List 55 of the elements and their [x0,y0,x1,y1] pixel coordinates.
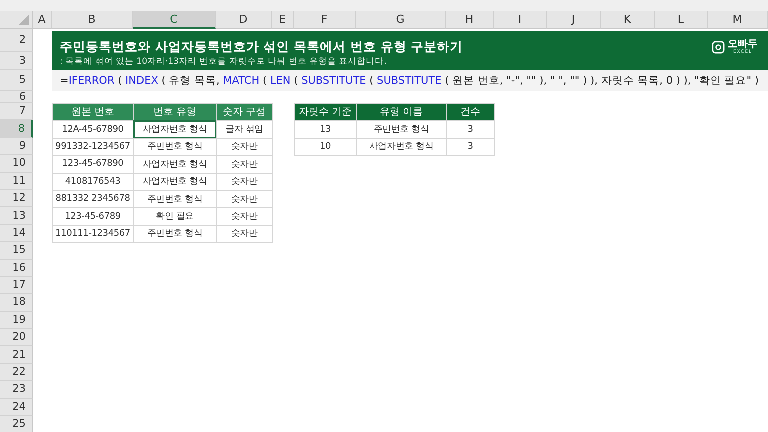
table-cell[interactable]: 사업자번호 형식 [133,120,217,139]
row-header[interactable]: 10 [0,155,33,173]
column-header[interactable]: M [708,11,768,29]
table-header: 번호 유형 [133,103,217,122]
column-header[interactable]: E [272,11,294,29]
row-header[interactable]: 2 [0,29,33,52]
corner-triangle-icon [19,15,29,25]
sheet-subtitle: : 목록에 섞여 있는 10자리·13자리 번호를 자릿수로 나눠 번호 유형을 표시합니다. [60,56,388,69]
row-header[interactable]: 3 [0,52,33,70]
row-header[interactable]: 16 [0,260,33,277]
row-header[interactable]: 23 [0,381,33,399]
table-header: 자릿수 기준 [294,103,357,122]
row-header[interactable]: 12 [0,190,33,208]
row-header[interactable]: 20 [0,329,33,346]
row-header[interactable]: 25 [0,416,33,432]
column-header[interactable]: J [547,11,601,29]
column-header[interactable]: C [133,11,216,29]
table-cell[interactable]: 110111-1234567 [52,224,134,244]
table-cell: 10 [294,138,357,156]
column-header[interactable]: H [446,11,494,29]
row-header[interactable]: 11 [0,172,33,190]
table-header: 유형 이름 [356,103,447,122]
sheet-title: 주민등록번호와 사업자등록번호가 섞인 목록에서 번호 유형 구분하기 [60,38,464,55]
row-header[interactable]: 15 [0,242,33,260]
table-cell[interactable]: 글자 섞임 [216,120,273,139]
table-header: 숫자 구성 [216,103,273,122]
select-all-corner[interactable] [0,11,33,29]
row-header[interactable]: 9 [0,138,33,156]
column-header[interactable]: B [52,11,133,29]
row-header[interactable]: 8 [0,120,33,138]
table-header: 건수 [446,103,495,122]
logo-icon [712,40,725,54]
table-header: 원본 번호 [52,103,134,122]
column-header[interactable]: L [655,11,708,29]
row-header[interactable]: 18 [0,294,33,312]
row-header[interactable]: 19 [0,312,33,330]
row-header[interactable]: 24 [0,398,33,416]
logo-name: 오빠두 [728,39,758,50]
column-header[interactable]: D [216,11,272,29]
column-header[interactable]: A [33,11,52,29]
row-header[interactable]: 14 [0,224,33,242]
column-header[interactable]: F [294,11,356,29]
formula-text: =IFERROR ( INDEX ( 유형 목록, MATCH ( LEN ( SUBSTITUTE ( SUBSTITUTE ( 원본 번호, "-", "" ), " ", "" ) ), 자릿수 목록, 0 ) ), "확인 필요" ) [60,74,759,88]
row-header[interactable]: 17 [0,276,33,294]
column-header[interactable]: K [601,11,655,29]
table-cell: 3 [446,138,495,156]
row-header[interactable]: 6 [0,91,33,103]
table-cell[interactable]: 숫자만 [216,224,273,244]
row-header[interactable]: 21 [0,346,33,364]
row-header[interactable]: 22 [0,364,33,382]
row-header[interactable]: 5 [0,70,33,91]
row-header[interactable]: 7 [0,103,33,120]
column-header[interactable]: G [356,11,446,29]
column-header[interactable]: I [494,11,547,29]
row-header[interactable]: 13 [0,207,33,225]
